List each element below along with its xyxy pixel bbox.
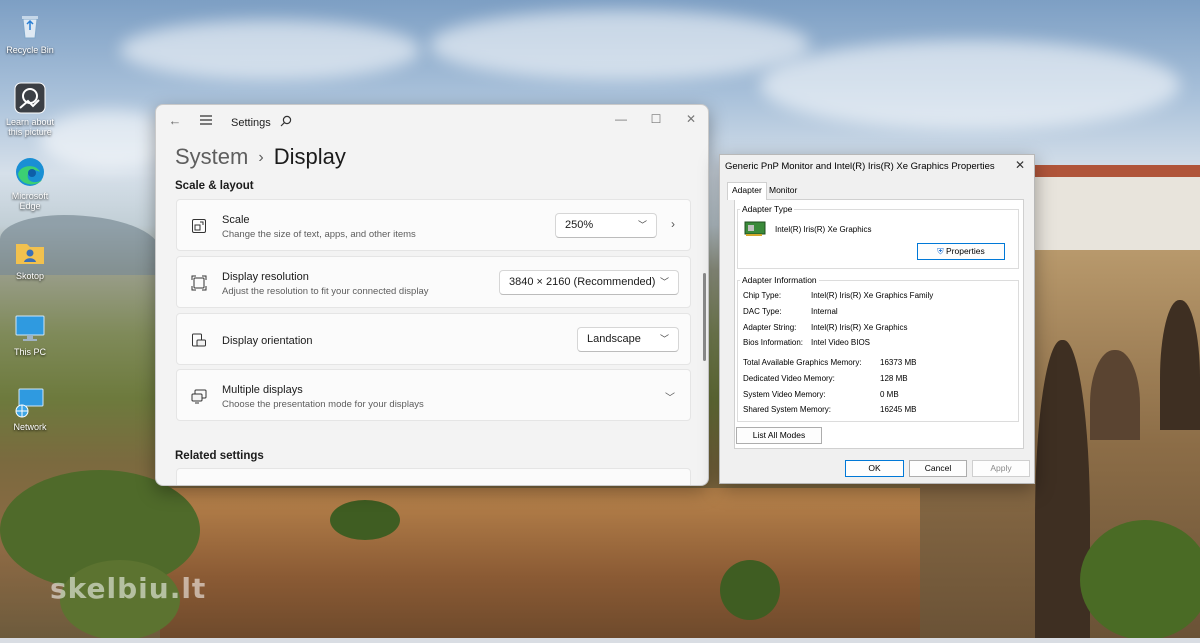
scale-dropdown[interactable]: 250% ﹀	[555, 213, 657, 238]
network-icon	[14, 387, 46, 419]
setting-title: Display resolution	[222, 271, 309, 283]
desktop-icon-recycle-bin[interactable]: Recycle Bin	[0, 10, 60, 55]
desktop-icon-label: Network	[13, 422, 47, 432]
section-heading-scale-layout: Scale & layout	[175, 180, 254, 192]
memory-key: System Video Memory:	[743, 390, 826, 399]
setting-description: Change the size of text, apps, and other…	[222, 229, 416, 240]
chevron-down-icon: ﹀	[637, 220, 647, 230]
setting-card-orientation: Display orientation Landscape ﹀	[176, 313, 691, 365]
info-key: Chip Type:	[743, 291, 782, 300]
tab-monitor[interactable]: Monitor	[765, 183, 801, 199]
setting-title: Scale	[222, 214, 250, 226]
orientation-value: Landscape	[587, 333, 641, 345]
multiple-displays-icon	[191, 388, 207, 404]
group-label: Adapter Information	[740, 275, 819, 285]
chevron-down-icon[interactable]: ﹀	[665, 389, 675, 404]
info-key: DAC Type:	[743, 307, 782, 316]
apply-button[interactable]: Apply	[972, 460, 1030, 477]
group-label: Adapter Type	[740, 204, 795, 214]
breadcrumb-system-link[interactable]: System	[175, 144, 248, 169]
breadcrumb-separator: ›	[258, 149, 264, 166]
info-value: Intel(R) Iris(R) Xe Graphics	[811, 323, 908, 332]
watermark-text: skelbiu.lt	[50, 572, 207, 605]
memory-key: Total Available Graphics Memory:	[743, 358, 862, 367]
desktop-icon-this-pc[interactable]: This PC	[0, 312, 60, 357]
adapter-tab-panel: Adapter Type Intel(R) Iris(R) Xe Graphic…	[734, 199, 1024, 449]
orientation-dropdown[interactable]: Landscape ﹀	[577, 327, 679, 352]
edge-icon	[14, 156, 46, 188]
close-button[interactable]: ✕	[674, 109, 708, 129]
settings-titlebar[interactable]: ← Settings — ☐ ✕	[156, 105, 708, 139]
desktop-icon-label: Learn about this picture	[5, 117, 55, 137]
info-key: Adapter String:	[743, 323, 797, 332]
section-heading-related-settings: Related settings	[175, 450, 264, 462]
setting-title: Multiple displays	[222, 384, 303, 396]
info-key: Bios Information:	[743, 338, 804, 347]
desktop-icon-edge[interactable]: Microsoft Edge	[0, 156, 60, 211]
resolution-icon	[191, 275, 207, 291]
resolution-value: 3840 × 2160 (Recommended)	[509, 276, 656, 288]
memory-key: Dedicated Video Memory:	[743, 374, 835, 383]
chevron-down-icon: ﹀	[659, 334, 669, 344]
orientation-icon	[191, 332, 207, 348]
desktop-icon-user-folder[interactable]: Skotop	[0, 236, 60, 281]
breadcrumb: System › Display	[175, 143, 346, 174]
app-title: Settings	[231, 117, 271, 129]
memory-key: Shared System Memory:	[743, 405, 832, 414]
chevron-right-icon[interactable]: ›	[671, 217, 675, 231]
page-title: Display	[273, 144, 346, 169]
memory-value: 0 MB	[880, 390, 899, 399]
menu-icon[interactable]	[196, 111, 216, 131]
user-folder-icon	[14, 236, 46, 268]
tab-adapter[interactable]: Adapter	[727, 182, 767, 200]
taskbar[interactable]	[0, 638, 1200, 643]
setting-title: Display orientation	[222, 335, 313, 347]
memory-value: 16245 MB	[880, 405, 917, 414]
desktop-icon-label: This PC	[13, 347, 46, 357]
monitor-icon	[14, 312, 46, 344]
camera-icon	[14, 82, 46, 114]
info-value: Intel(R) Iris(R) Xe Graphics Family	[811, 291, 934, 300]
cancel-button[interactable]: Cancel	[909, 460, 967, 477]
minimize-button[interactable]: —	[604, 109, 638, 129]
search-icon[interactable]	[276, 113, 296, 133]
related-settings-card[interactable]	[176, 468, 691, 485]
settings-window: ← Settings — ☐ ✕ System › Display Scale & …	[155, 104, 709, 486]
dialog-title: Generic PnP Monitor and Intel(R) Iris(R)…	[725, 161, 995, 172]
setting-description: Adjust the resolution to fit your connec…	[222, 286, 429, 297]
setting-card-multiple-displays[interactable]: Multiple displays Choose the presentatio…	[176, 369, 691, 421]
adapter-properties-dialog: Generic PnP Monitor and Intel(R) Iris(R)…	[719, 154, 1035, 484]
adapter-type-group: Adapter Type Intel(R) Iris(R) Xe Graphic…	[737, 204, 1019, 269]
desktop-icon-label: Skotop	[15, 271, 45, 281]
maximize-button[interactable]: ☐	[639, 109, 673, 129]
scrollbar[interactable]	[703, 273, 706, 361]
adapter-name: Intel(R) Iris(R) Xe Graphics	[775, 225, 872, 234]
desktop-icon-learn-picture[interactable]: Learn about this picture	[0, 82, 60, 137]
properties-button[interactable]: ⛨ Properties	[917, 243, 1005, 260]
setting-description: Choose the presentation mode for your di…	[222, 399, 424, 410]
properties-label: Properties	[946, 246, 985, 256]
desktop-icon-label: Microsoft Edge	[11, 191, 49, 211]
desktop-icon-label: Recycle Bin	[6, 45, 54, 55]
info-value: Intel Video BIOS	[811, 338, 870, 347]
adapter-information-group: Adapter Information Chip Type: Intel(R) …	[737, 275, 1019, 422]
back-arrow-icon[interactable]: ←	[165, 111, 185, 131]
memory-value: 16373 MB	[880, 358, 917, 367]
graphics-card-icon	[744, 220, 766, 238]
shield-icon: ⛨	[937, 246, 944, 256]
chevron-down-icon: ﹀	[659, 277, 669, 287]
list-all-modes-button[interactable]: List All Modes	[736, 427, 822, 444]
setting-card-scale[interactable]: Scale Change the size of text, apps, and…	[176, 199, 691, 251]
resolution-dropdown[interactable]: 3840 × 2160 (Recommended) ﹀	[499, 270, 679, 295]
scale-icon	[191, 218, 207, 234]
setting-card-resolution: Display resolution Adjust the resolution…	[176, 256, 691, 308]
memory-value: 128 MB	[880, 374, 908, 383]
scale-value: 250%	[565, 219, 594, 231]
recycle-bin-icon	[14, 10, 46, 42]
ok-button[interactable]: OK	[845, 460, 904, 477]
info-value: Internal	[811, 307, 838, 316]
desktop-icon-network[interactable]: Network	[0, 387, 60, 432]
close-button[interactable]: ✕	[1012, 158, 1028, 172]
